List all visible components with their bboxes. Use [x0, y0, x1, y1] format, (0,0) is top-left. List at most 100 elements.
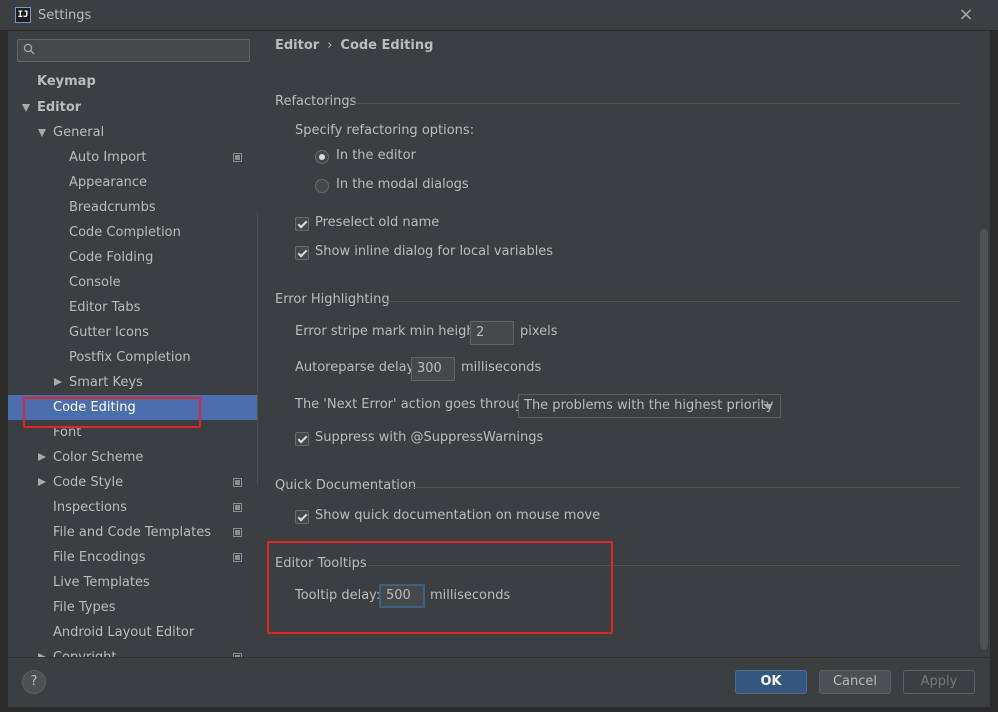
sidebar-item-inspections[interactable]: Inspections	[8, 495, 258, 520]
sidebar-item-label: Inspections	[53, 500, 127, 515]
sidebar-item-label: Android Layout Editor	[53, 625, 195, 640]
section-divider	[407, 487, 960, 488]
quick-documentation-section-title: Quick Documentation	[275, 478, 417, 493]
suppress-warnings-label[interactable]: Suppress with @SuppressWarnings	[315, 430, 543, 445]
window-right-edge	[990, 31, 998, 712]
sidebar-item-label: Code Folding	[69, 250, 154, 265]
sidebar-item-auto-import[interactable]: Auto Import	[8, 145, 258, 170]
tooltip-delay-input[interactable]: 500	[379, 584, 425, 608]
sidebar-item-console[interactable]: Console	[8, 270, 258, 295]
chevron-right-icon[interactable]	[54, 378, 62, 386]
apply-button[interactable]: Apply	[903, 670, 975, 694]
sidebar-item-keymap[interactable]: Keymap	[8, 69, 258, 94]
breadcrumb: Editor › Code Editing	[275, 38, 433, 53]
window-left-edge	[0, 31, 8, 712]
autoreparse-unit: milliseconds	[461, 360, 542, 375]
sidebar-item-code-folding[interactable]: Code Folding	[8, 245, 258, 270]
sidebar-item-postfix-completion[interactable]: Postfix Completion	[8, 345, 258, 370]
quick-doc-label[interactable]: Show quick documentation on mouse move	[315, 508, 600, 523]
sidebar-item-label: File Types	[53, 600, 116, 615]
sidebar-item-label: Keymap	[37, 74, 96, 89]
preselect-old-name-checkbox[interactable]	[295, 217, 309, 231]
sidebar-item-color-scheme[interactable]: Color Scheme	[8, 445, 258, 470]
sidebar-item-label: Smart Keys	[69, 375, 143, 390]
stripe-height-label: Error stripe mark min height:	[295, 324, 485, 339]
sidebar-item-label: Breadcrumbs	[69, 200, 156, 215]
breadcrumb-current: Code Editing	[340, 38, 434, 53]
sidebar-item-copyright[interactable]: Copyright	[8, 645, 258, 657]
sidebar-item-label: Postfix Completion	[69, 350, 191, 365]
inline-dialog-checkbox[interactable]	[295, 246, 309, 260]
stripe-height-unit: pixels	[520, 324, 558, 339]
close-icon[interactable]: ×	[955, 5, 977, 27]
sidebar-item-label: Copyright	[53, 645, 117, 657]
content-scrollbar[interactable]	[980, 229, 988, 649]
settings-search-input[interactable]	[17, 39, 250, 62]
sidebar-item-label: Editor Tabs	[69, 300, 141, 315]
radio-in-editor-label[interactable]: In the editor	[336, 148, 416, 163]
inline-dialog-label[interactable]: Show inline dialog for local variables	[315, 244, 553, 259]
autoreparse-input[interactable]: 300	[411, 357, 455, 381]
sidebar-item-file-encodings[interactable]: File Encodings	[8, 545, 258, 570]
radio-modal-dialogs[interactable]	[315, 179, 329, 193]
breadcrumb-separator: ›	[327, 38, 333, 53]
title-bar: IJ Settings ×	[0, 0, 998, 31]
sidebar-item-label: File and Code Templates	[53, 525, 211, 540]
tooltip-delay-label: Tooltip delay:	[295, 588, 381, 603]
chevron-right-icon[interactable]	[38, 478, 46, 486]
chevron-right-icon[interactable]	[38, 453, 46, 461]
sidebar-item-editor[interactable]: Editor	[8, 95, 258, 120]
sidebar-item-label: Code Completion	[69, 225, 181, 240]
project-settings-icon	[233, 153, 242, 162]
project-settings-icon	[233, 503, 242, 512]
sidebar-item-code-style[interactable]: Code Style	[8, 470, 258, 495]
editor-tooltips-section-title: Editor Tooltips	[275, 556, 367, 571]
quick-doc-checkbox[interactable]	[295, 510, 309, 524]
stripe-height-input[interactable]: 2	[470, 321, 514, 345]
chevron-down-icon[interactable]	[22, 104, 30, 112]
window-title: Settings	[38, 8, 92, 23]
sidebar-item-breadcrumbs[interactable]: Breadcrumbs	[8, 195, 258, 220]
tooltip-delay-unit: milliseconds	[430, 588, 511, 603]
breadcrumb-parent[interactable]: Editor	[275, 38, 319, 53]
sidebar-item-appearance[interactable]: Appearance	[8, 170, 258, 195]
sidebar-item-label: Editor	[37, 100, 82, 115]
sidebar-item-gutter-icons[interactable]: Gutter Icons	[8, 320, 258, 345]
refactorings-section-title: Refactorings	[275, 94, 357, 109]
section-divider	[354, 103, 960, 104]
settings-sidebar: Keymap Editor General Auto Import Appear…	[8, 31, 258, 657]
sidebar-item-file-types[interactable]: File Types	[8, 595, 258, 620]
next-error-selected: The problems with the highest priority	[524, 398, 774, 413]
sidebar-item-code-completion[interactable]: Code Completion	[8, 220, 258, 245]
help-button[interactable]: ?	[22, 670, 46, 694]
sidebar-item-label: Live Templates	[53, 575, 150, 590]
suppress-warnings-checkbox[interactable]	[295, 432, 309, 446]
sidebar-item-editor-tabs[interactable]: Editor Tabs	[8, 295, 258, 320]
sidebar-item-label: Code Editing	[53, 400, 136, 415]
chevron-down-icon[interactable]	[38, 129, 46, 137]
sidebar-item-label: Appearance	[69, 175, 148, 190]
preselect-old-name-label[interactable]: Preselect old name	[315, 215, 439, 230]
sidebar-item-code-editing[interactable]: Code Editing	[8, 395, 258, 420]
settings-content-panel: Editor › Code Editing Refactorings Specify…	[258, 31, 990, 657]
sidebar-item-smart-keys[interactable]: Smart Keys	[8, 370, 258, 395]
chevron-down-icon	[763, 404, 773, 409]
sidebar-item-font[interactable]: Font	[8, 420, 258, 445]
sidebar-item-general[interactable]: General	[8, 120, 258, 145]
sidebar-item-live-templates[interactable]: Live Templates	[8, 570, 258, 595]
sidebar-item-label: File Encodings	[53, 550, 146, 565]
sidebar-item-label: Console	[69, 275, 121, 290]
sidebar-item-file-and-code-templates[interactable]: File and Code Templates	[8, 520, 258, 545]
next-error-label: The 'Next Error' action goes through:	[295, 397, 536, 412]
sidebar-item-label: Color Scheme	[53, 450, 144, 465]
sidebar-item-label: Auto Import	[69, 150, 147, 165]
cancel-button[interactable]: Cancel	[819, 670, 891, 694]
radio-modal-dialogs-label[interactable]: In the modal dialogs	[336, 177, 469, 192]
project-settings-icon	[233, 553, 242, 562]
autoreparse-label: Autoreparse delay:	[295, 360, 418, 375]
sidebar-item-label: General	[53, 125, 105, 140]
ok-button[interactable]: OK	[735, 670, 807, 694]
radio-in-editor[interactable]	[315, 150, 329, 164]
next-error-dropdown[interactable]: The problems with the highest priority	[518, 394, 781, 418]
sidebar-item-android-layout-editor[interactable]: Android Layout Editor	[8, 620, 258, 645]
